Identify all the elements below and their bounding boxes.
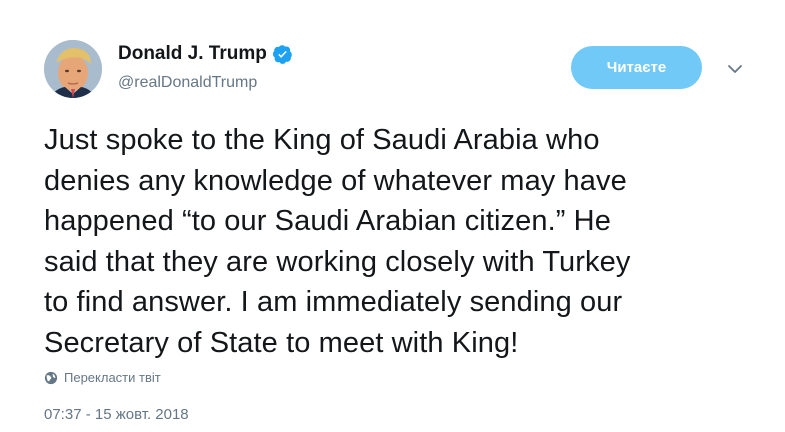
chevron-down-icon[interactable] bbox=[727, 62, 743, 76]
translate-label: Перекласти твіт bbox=[64, 370, 161, 385]
translate-tweet-link[interactable]: Перекласти твіт bbox=[44, 370, 161, 385]
display-name-row: Donald J. Trump bbox=[118, 42, 293, 66]
tweet-text: Just spoke to the King of Saudi Arabia w… bbox=[44, 124, 631, 359]
user-handle[interactable]: @realDonaldTrump bbox=[118, 74, 293, 92]
avatar[interactable] bbox=[44, 40, 102, 98]
user-names: Donald J. Trump @realDonaldTrump bbox=[118, 42, 293, 92]
tweet-card: Donald J. Trump @realDonaldTrump Читаєте… bbox=[0, 0, 785, 432]
tweet-timestamp[interactable]: 07:37 - 15 жовт. 2018 bbox=[44, 406, 189, 423]
follow-button[interactable]: Читаєте bbox=[571, 46, 702, 89]
globe-icon bbox=[44, 371, 58, 385]
verified-badge-icon bbox=[272, 44, 293, 64]
display-name[interactable]: Donald J. Trump bbox=[118, 43, 267, 65]
avatar-image bbox=[44, 40, 102, 98]
tweet-header: Donald J. Trump @realDonaldTrump Читаєте bbox=[44, 38, 764, 102]
